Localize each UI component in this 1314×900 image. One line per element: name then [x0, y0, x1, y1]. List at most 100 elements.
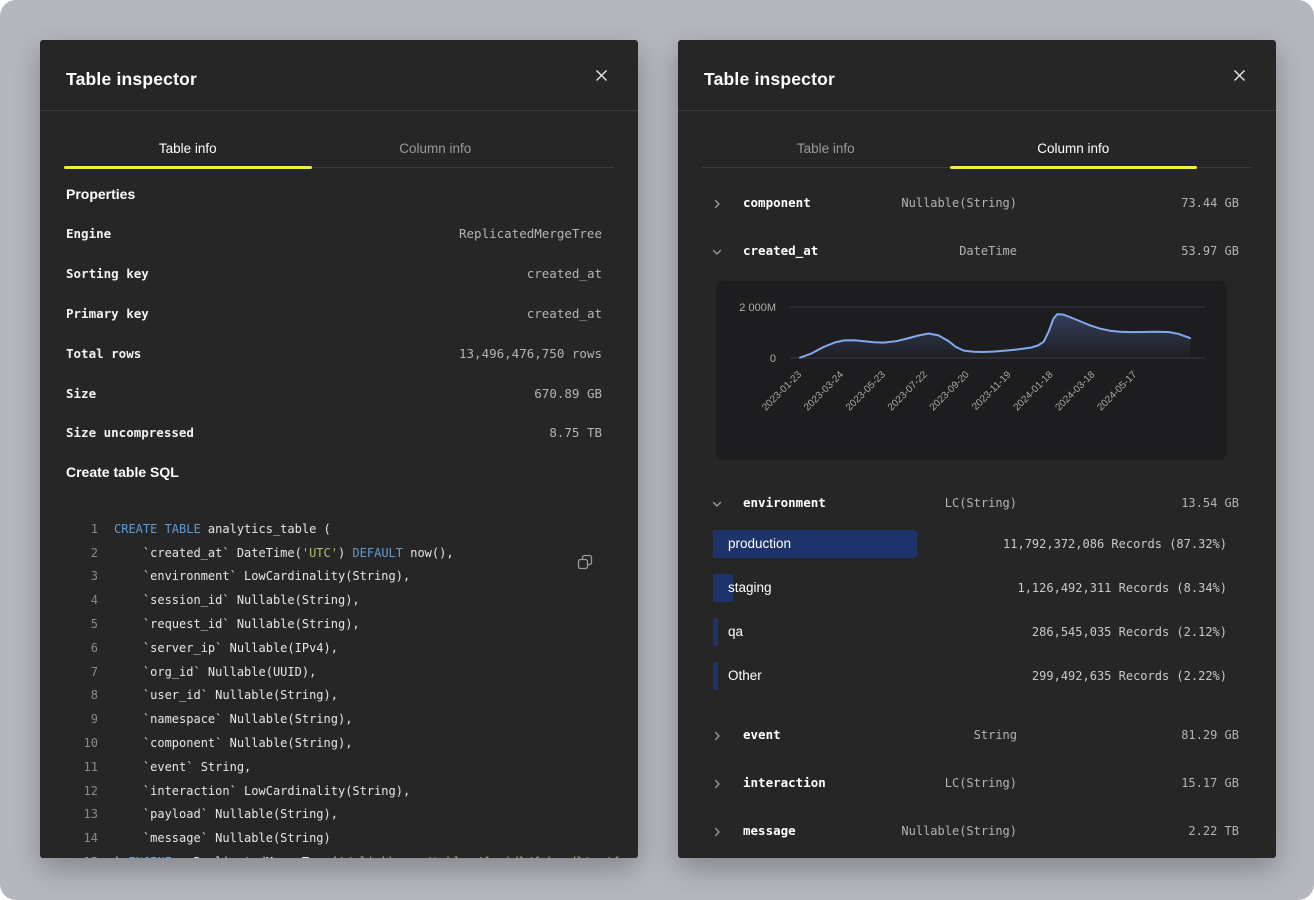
header-divider — [40, 110, 638, 111]
create-table-sql-title: Create table SQL — [66, 464, 179, 480]
close-icon — [595, 69, 608, 82]
dialog-title: Table inspector — [704, 69, 835, 90]
line-number: 1 — [66, 522, 98, 536]
dialog-title: Table inspector — [66, 69, 197, 90]
column-row-interaction[interactable]: interaction LC(String) 15.17 GB — [678, 773, 1276, 793]
table-inspector-dialog-table-info: Table inspector Table info Column info P… — [40, 40, 638, 858]
breakdown-label: qa — [728, 618, 743, 646]
breakdown-row-other: Other 299,492,635 Records (2.22%) — [678, 662, 1276, 690]
property-row: Primary keycreated_at — [66, 294, 602, 334]
property-row: Engine ReplicatedMergeTree — [66, 214, 602, 254]
column-row-environment[interactable]: environment LC(String) 13.54 GB — [678, 493, 1276, 513]
line-number: 9 — [66, 712, 98, 726]
chevron-right-icon[interactable] — [711, 197, 723, 209]
property-value: 13,496,476,750 rows — [459, 346, 602, 361]
property-value: 670.89 GB — [534, 386, 602, 401]
property-value: ReplicatedMergeTree — [459, 226, 602, 241]
line-number: 5 — [66, 617, 98, 631]
sql-line: 8 `user_id` Nullable(String), — [66, 684, 612, 708]
column-row-created-at[interactable]: created_at DateTime 53.97 GB — [678, 241, 1276, 261]
close-button[interactable] — [1226, 62, 1252, 88]
breakdown-row-qa: qa 286,545,035 Records (2.12%) — [678, 618, 1276, 646]
tab-table-info[interactable]: Table info — [702, 129, 950, 167]
property-label: Primary key — [66, 306, 149, 321]
sql-line: 3 `environment` LowCardinality(String), — [66, 565, 612, 589]
chevron-right-icon[interactable] — [711, 729, 723, 741]
sql-line: 7 `org_id` Nullable(UUID), — [66, 660, 612, 684]
breakdown-label: production — [728, 530, 791, 558]
value-bar — [713, 662, 718, 690]
header-divider — [678, 110, 1276, 111]
chevron-right-icon[interactable] — [711, 825, 723, 837]
svg-text:2023-05-23: 2023-05-23 — [844, 369, 888, 413]
column-name: event — [743, 727, 781, 742]
column-size: 13.54 GB — [1181, 496, 1239, 510]
line-number: 12 — [66, 784, 98, 798]
breakdown-row-production: production 11,792,372,086 Records (87.32%… — [678, 530, 1276, 558]
line-number: 14 — [66, 831, 98, 845]
column-row-message[interactable]: message Nullable(String) 2.22 TB — [678, 821, 1276, 841]
property-label: Sorting key — [66, 266, 149, 281]
column-size: 73.44 GB — [1181, 196, 1239, 210]
line-number: 3 — [66, 569, 98, 583]
sql-line: 11 `event` String, — [66, 755, 612, 779]
property-row: Total rows13,496,476,750 rows — [66, 333, 602, 373]
breakdown-label: staging — [728, 574, 772, 602]
property-value: 8.75 TB — [549, 425, 602, 440]
property-row: Size uncompressed 8.75 TB — [66, 413, 602, 453]
sql-line: 14 `message` Nullable(String) — [66, 826, 612, 850]
column-name: message — [743, 823, 796, 838]
column-name: environment — [743, 495, 826, 510]
line-number: 8 — [66, 688, 98, 702]
sql-line: 5 `request_id` Nullable(String), — [66, 612, 612, 636]
sql-line: 1CREATE TABLE analytics_table ( — [66, 517, 612, 541]
breakdown-label: Other — [728, 662, 762, 690]
close-icon — [1233, 69, 1246, 82]
properties-section-title: Properties — [66, 186, 135, 202]
breakdown-row-staging: staging1,126,492,311 Records (8.34%) — [678, 574, 1276, 602]
property-value: created_at — [527, 266, 602, 281]
tab-column-info[interactable]: Column info — [950, 129, 1198, 167]
line-number: 11 — [66, 760, 98, 774]
area-chart: 2 000M02023-01-232023-03-242023-05-23202… — [716, 281, 1227, 460]
tab-table-info[interactable]: Table info — [64, 129, 312, 167]
property-label: Size — [66, 386, 96, 401]
column-name: interaction — [743, 775, 826, 790]
column-type: LC(String) — [945, 496, 1017, 510]
property-row: Size 670.89 GB — [66, 373, 602, 413]
column-row-component[interactable]: component Nullable(String) 73.44 GB — [678, 193, 1276, 213]
sql-line: 6 `server_ip` Nullable(IPv4), — [66, 636, 612, 660]
line-number: 10 — [66, 736, 98, 750]
tab-bar: Table info Column info — [702, 129, 1252, 168]
sql-line: 12 `interaction` LowCardinality(String), — [66, 779, 612, 803]
breakdown-value: 299,492,635 Records (2.22%) — [1032, 662, 1227, 690]
column-row-event[interactable]: event String 81.29 GB — [678, 725, 1276, 745]
svg-text:2024-03-18: 2024-03-18 — [1053, 369, 1097, 413]
svg-text:2023-09-20: 2023-09-20 — [928, 369, 972, 413]
sql-line: 2 `created_at` DateTime('UTC') DEFAULT n… — [66, 541, 612, 565]
sql-line: 10 `component` Nullable(String), — [66, 731, 612, 755]
sql-line: 15) ENGINE = ReplicatedMergeTree('/click… — [66, 850, 612, 858]
svg-text:2024-01-18: 2024-01-18 — [1012, 369, 1056, 413]
backdrop: Table inspector Table info Column info P… — [0, 0, 1314, 900]
property-label: Size uncompressed — [66, 425, 194, 440]
chevron-down-icon[interactable] — [711, 497, 723, 509]
breakdown-value: 286,545,035 Records (2.12%) — [1032, 618, 1227, 646]
svg-text:2023-03-24: 2023-03-24 — [802, 369, 846, 413]
chevron-down-icon[interactable] — [711, 245, 723, 257]
tab-filler — [559, 129, 614, 167]
properties-list: Engine ReplicatedMergeTree Sorting key crea… — [66, 214, 602, 453]
line-number: 2 — [66, 546, 98, 560]
chevron-right-icon[interactable] — [711, 777, 723, 789]
svg-text:2 000M: 2 000M — [739, 302, 776, 314]
column-name: created_at — [743, 243, 818, 258]
column-type: Nullable(String) — [901, 196, 1017, 210]
svg-text:2023-11-19: 2023-11-19 — [970, 369, 1014, 413]
svg-text:2023-01-23: 2023-01-23 — [760, 369, 804, 413]
created-at-distribution-chart: 2 000M02023-01-232023-03-242023-05-23202… — [716, 281, 1227, 460]
property-label: Engine — [66, 226, 111, 241]
close-button[interactable] — [588, 62, 614, 88]
tab-column-info[interactable]: Column info — [312, 129, 560, 167]
column-size: 2.22 TB — [1188, 824, 1239, 838]
breakdown-value: 11,792,372,086 Records (87.32%) — [1003, 530, 1227, 558]
